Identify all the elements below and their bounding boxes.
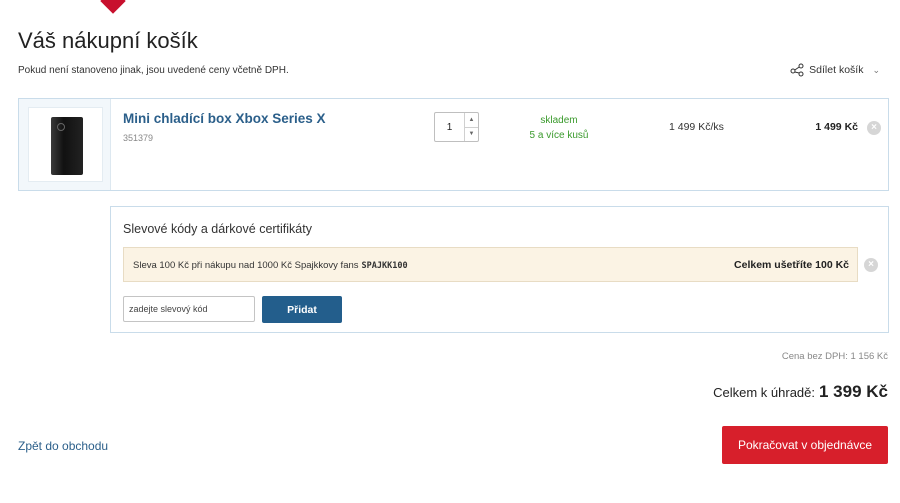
cart-item-row: Mini chladící box Xbox Series X 351379 1… [18, 98, 889, 191]
add-discount-button[interactable]: Přidat [262, 296, 342, 323]
continue-order-button[interactable]: Pokračovat v objednávce [722, 426, 888, 464]
stock-status: skladem 5 a více kusů [509, 113, 609, 143]
discount-code-input[interactable] [123, 296, 255, 322]
stock-quantity-line: 5 a více kusů [529, 130, 589, 141]
discount-codes-panel: Slevové kódy a dárkové certifikáty Sleva… [110, 206, 889, 333]
quantity-value[interactable]: 1 [435, 113, 464, 141]
share-label: Sdílet košík [809, 64, 864, 76]
stock-status-line: skladem [540, 115, 578, 126]
product-thumbnail-area [19, 99, 111, 190]
applied-discount-description: Sleva 100 Kč při nákupu nad 1000 Kč Spaj… [133, 260, 359, 271]
product-name-link[interactable]: Mini chladící box Xbox Series X [123, 111, 326, 126]
share-cart-button[interactable]: Sdílet košík ⌄ [790, 63, 880, 77]
price-without-vat: Cena bez DPH: 1 156 Kč [781, 351, 888, 362]
product-image[interactable] [28, 107, 103, 182]
applied-discount-row: Sleva 100 Kč při nákupu nad 1000 Kč Spaj… [123, 247, 858, 282]
discount-panel-title: Slevové kódy a dárkové certifikáty [123, 222, 312, 236]
back-to-shop-link[interactable]: Zpět do obchodu [18, 439, 108, 453]
quantity-increase-icon[interactable]: ▲ [465, 113, 478, 127]
share-icon [790, 63, 804, 77]
grand-total: Celkem k úhradě: 1 399 Kč [713, 382, 888, 402]
applied-discount-code: SPAJKK100 [361, 261, 408, 271]
active-tab-marker [100, 0, 126, 14]
vat-note: Pokud není stanoveno jinak, jsou uvedené… [18, 65, 289, 76]
quantity-arrows: ▲ ▼ [464, 113, 478, 141]
page-title: Váš nákupní košík [18, 28, 198, 53]
remove-discount-icon[interactable]: × [864, 258, 878, 272]
applied-discount-text: Sleva 100 Kč při nákupu nad 1000 Kč Spaj… [133, 260, 408, 271]
product-code: 351379 [123, 133, 154, 143]
xbox-fridge-image [51, 117, 83, 175]
chevron-down-icon: ⌄ [872, 64, 880, 75]
remove-item-icon[interactable]: × [867, 121, 881, 135]
quantity-stepper[interactable]: 1 ▲ ▼ [434, 112, 479, 142]
discount-saving: Celkem ušetříte 100 Kč [734, 259, 849, 271]
grand-total-label: Celkem k úhradě: [713, 385, 815, 400]
item-total-price: 1 499 Kč [815, 121, 858, 133]
unit-price: 1 499 Kč/ks [669, 121, 724, 133]
grand-total-amount: 1 399 Kč [819, 382, 888, 401]
quantity-decrease-icon[interactable]: ▼ [465, 126, 478, 142]
